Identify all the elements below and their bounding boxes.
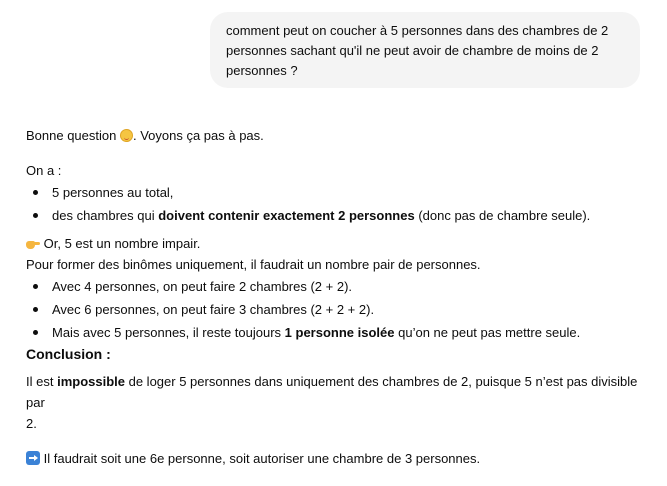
list-item: Avec 6 personnes, on peut faire 3 chambr… — [26, 298, 646, 321]
bullet-dot — [33, 284, 38, 289]
facts-list: 5 personnes au total, des chambres qui d… — [26, 181, 646, 227]
user-message-line: personnes ? — [226, 63, 298, 78]
fact-text: 5 personnes au total, — [52, 185, 174, 200]
final-paragraph: Il faudrait soit une 6e personne, soit a… — [26, 448, 646, 469]
case-text-after: qu’on ne peut pas mettre seule. — [394, 325, 581, 340]
assistant-answer: Bonne question . Voyons ça pas à pas. On… — [26, 125, 646, 469]
case-text: Avec 6 personnes, on peut faire 3 chambr… — [52, 302, 375, 317]
bullet-dot — [33, 213, 38, 218]
fact-text: des chambres qui — [52, 208, 159, 223]
user-message-bubble: comment peut on coucher à 5 personnes da… — [210, 12, 640, 88]
odd-number-text: Or, 5 est un nombre impair. — [43, 236, 201, 251]
list-item: Mais avec 5 personnes, il reste toujours… — [26, 321, 646, 344]
pairs-paragraph: Pour former des binômes uniquement, il f… — [26, 257, 481, 272]
fact-bold-text: doivent contenir exactement 2 personnes — [158, 208, 415, 223]
user-message-line: comment peut on coucher à 5 personnes da… — [226, 23, 609, 38]
case-text: Avec 4 personnes, on peut faire 2 chambr… — [52, 279, 353, 294]
bullet-dot — [33, 190, 38, 195]
fact-text-after: (donc pas de chambre seule). — [414, 208, 591, 223]
conclusion-text: Il est — [26, 374, 58, 389]
bullet-dot — [33, 330, 38, 335]
list-item: 5 personnes au total, — [26, 181, 646, 204]
odd-number-paragraph: Or, 5 est un nombre impair. — [26, 233, 646, 254]
case-bold-text: 1 personne isolée — [284, 325, 395, 340]
on-a-paragraph: On a : — [26, 163, 62, 178]
conclusion-heading: Conclusion : — [26, 346, 111, 362]
cases-list: Avec 4 personnes, on peut faire 2 chambr… — [26, 275, 646, 344]
bullet-dot — [33, 307, 38, 312]
user-message-line: personnes sachant qu'il ne peut avoir de… — [226, 43, 599, 58]
conclusion-text-line2: 2. — [26, 416, 37, 431]
pointing-hand-icon — [26, 237, 40, 250]
right-arrow-icon — [26, 451, 40, 465]
intro-paragraph: Bonne question . Voyons ça pas à pas. — [26, 125, 646, 146]
list-item: des chambres qui doivent contenir exacte… — [26, 204, 646, 227]
smiling-face-icon — [119, 129, 133, 142]
intro-text: Bonne question — [26, 128, 120, 143]
conclusion-paragraph: Il est impossible de loger 5 personnes d… — [26, 371, 646, 434]
conclusion-bold-text: impossible — [57, 374, 125, 389]
final-text: Il faudrait soit une 6e personne, soit a… — [40, 451, 481, 466]
intro-text-after: . Voyons ça pas à pas. — [132, 128, 264, 143]
list-item: Avec 4 personnes, on peut faire 2 chambr… — [26, 275, 646, 298]
case-text: Mais avec 5 personnes, il reste toujours — [52, 325, 285, 340]
